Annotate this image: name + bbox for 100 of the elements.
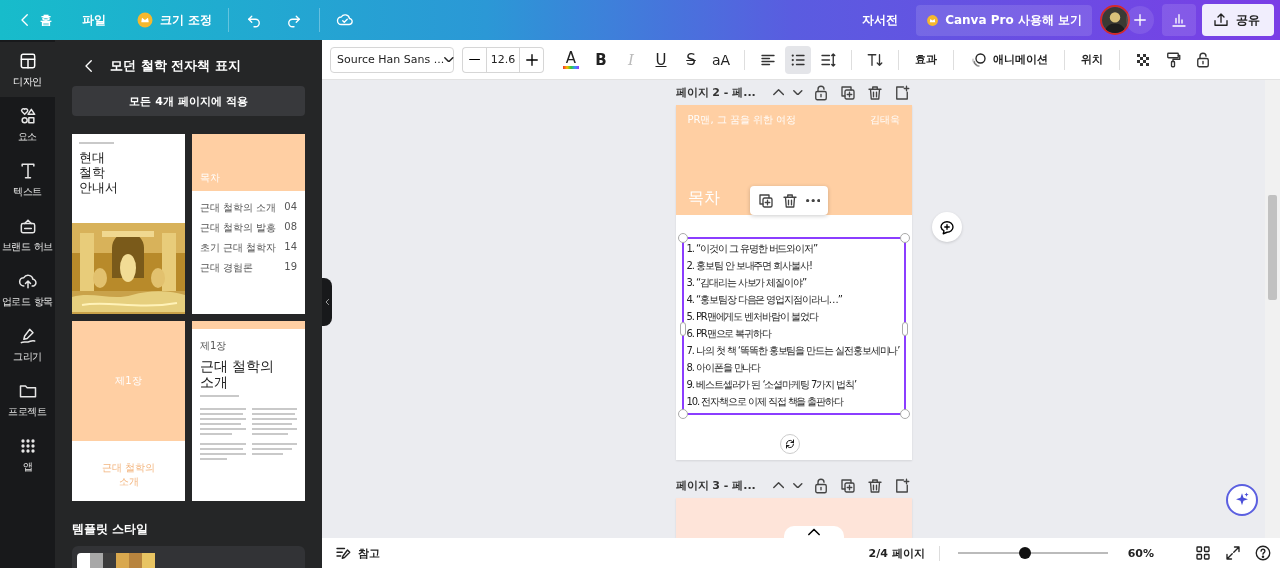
tab-label: 브랜드 허브	[1, 239, 54, 254]
lock-icon	[1194, 50, 1212, 69]
resize-handle[interactable]	[679, 322, 686, 336]
tab-label: 업로드 항목	[1, 294, 54, 309]
text-color-button[interactable]: A	[558, 45, 584, 74]
resize-handle[interactable]	[901, 322, 908, 336]
list-item: 2. 홍보팀 안 보내주면 회사불사!	[686, 259, 812, 273]
page-number: 04	[284, 201, 297, 214]
slider-thumb[interactable]	[1019, 547, 1032, 559]
more-button[interactable]	[805, 198, 821, 203]
move-down-button[interactable]	[792, 89, 803, 96]
font-dropdown[interactable]: Source Han Sans ...	[330, 46, 454, 73]
template-thumbnail[interactable]: 목차 근대 철학의 소개 04 근대 철학의 발흥 08 초기 근대 철학자 14 근대 경험론 19	[192, 134, 305, 314]
collapse-panel-button[interactable]	[322, 278, 332, 326]
minus-icon	[468, 58, 481, 61]
grid-icon	[1194, 544, 1212, 562]
delete-page-button[interactable]	[865, 83, 884, 102]
sidebar-tab[interactable]: 텍스트	[0, 152, 55, 207]
add-collaborator-button[interactable]	[1126, 6, 1154, 34]
position-button[interactable]: 위치	[1075, 48, 1109, 71]
help-button[interactable]	[1254, 544, 1272, 562]
font-size-field[interactable]: 12.6	[486, 46, 520, 73]
panel-title: 모던 철학 전자책 표지	[110, 57, 241, 75]
section-title: 템플릿 스타일	[72, 521, 150, 538]
zoom-percent[interactable]: 60%	[1127, 546, 1154, 560]
sidebar-tab[interactable]: 브랜드 허브	[0, 207, 55, 262]
list-item: 8. 아이폰을 만나다	[686, 361, 761, 375]
sidebar-tab[interactable]: 프로젝트	[0, 372, 55, 427]
show-pages-button[interactable]	[784, 526, 844, 538]
grid-view-button[interactable]	[1194, 544, 1212, 562]
trash-icon	[865, 83, 884, 102]
pro-trial-button[interactable]: Canva Pro 사용해 보기	[916, 4, 1092, 36]
resize-handle[interactable]	[899, 409, 910, 419]
chapter-title: 근대 철학의 소개	[200, 358, 276, 390]
design-title[interactable]: 자서전	[854, 5, 907, 35]
page-number: 08	[284, 221, 297, 234]
list-item: 7. 나의 첫 책 ‘똑똑한 홍보팀을 만드는 실전홍보세미나’	[686, 344, 900, 358]
sidebar-tab[interactable]: 디자인	[0, 42, 55, 97]
list-item: 5. PR맨에게도 벤처바람이 불었다	[686, 310, 818, 324]
toc-entry: 근대 철학의 발흥	[200, 221, 277, 235]
increase-button[interactable]	[520, 46, 544, 73]
share-button[interactable]: 공유	[1202, 4, 1274, 36]
page-count: 2/4 페이지	[868, 545, 940, 561]
assistant-button[interactable]	[1226, 484, 1258, 516]
tab-label: 앱	[22, 459, 33, 474]
insights-button[interactable]	[1162, 4, 1196, 36]
sidebar-tab[interactable]: 앱	[0, 427, 55, 482]
toc-entry: 근대 철학의 소개	[200, 201, 277, 215]
effects-button[interactable]: 효과	[909, 48, 943, 71]
letter-case-button[interactable]: aA	[708, 45, 734, 74]
animate-button[interactable]: 애니메이션	[964, 46, 1054, 73]
move-up-button[interactable]	[772, 89, 784, 96]
caret-icon	[444, 56, 454, 63]
toc-entry: 근대 경험론	[200, 261, 254, 275]
crown-icon	[926, 13, 940, 27]
notes-button[interactable]: 참고	[334, 544, 380, 562]
underline-button[interactable]: U	[648, 45, 674, 74]
cover-title: 현대 철학 안내서	[79, 150, 119, 195]
list-item: 6. PR맨으로 복귀하다	[686, 327, 772, 341]
bold-button[interactable]: B	[588, 45, 614, 74]
list-item: 9. 베스트셀러가 된 ‘소셜마케팅 7가지 법칙’	[686, 378, 857, 392]
apply-all-button[interactable]: 모든 4개 페이지에 적용	[72, 86, 305, 116]
tab-label: 텍스트	[12, 184, 43, 199]
delete-page-button[interactable]	[865, 476, 884, 495]
add-comment-button[interactable]	[931, 212, 962, 242]
page-title[interactable]: 페이지 3 - 페...	[675, 478, 756, 493]
fullscreen-button[interactable]	[1224, 544, 1242, 562]
paint-roller-icon	[1164, 50, 1182, 69]
text-lines-drawing	[200, 395, 239, 397]
chevron-down-icon	[792, 89, 803, 96]
template-thumbnail[interactable]: 제1장 근대 철학의 소개	[192, 321, 305, 501]
upload-icon	[1212, 11, 1230, 29]
template-thumbnail[interactable]: 현대 철학 안내서	[72, 134, 185, 314]
chapter-title: 근대 철학의 소개	[100, 461, 157, 489]
resize-handle[interactable]	[677, 409, 688, 419]
list-button[interactable]	[785, 45, 811, 74]
sidebar-tab[interactable]: 그리기	[0, 317, 55, 372]
resize-handle[interactable]	[899, 233, 910, 243]
trash-icon	[781, 191, 800, 210]
resize-handle[interactable]	[677, 233, 688, 243]
rotate-button[interactable]	[779, 434, 800, 454]
page-title[interactable]: 페이지 2 - 페...	[675, 85, 756, 100]
duplicate-button[interactable]	[756, 191, 775, 210]
strikethrough-button[interactable]: S	[678, 45, 704, 74]
zoom-slider[interactable]	[957, 546, 1108, 560]
sidebar-tab[interactable]: 요소	[0, 97, 55, 152]
move-up-button[interactable]	[772, 482, 784, 489]
list-item: 3. “김대리는 사보가 체질이야”	[686, 276, 807, 290]
list-item: 4. “홍보팀장 다음은 영업지점이라니…”	[686, 293, 842, 307]
page-number: 19	[284, 261, 297, 274]
delete-button[interactable]	[781, 191, 800, 210]
list-item: 10. 전자책으로 이제 직접 책을 출판하다	[686, 395, 843, 409]
duplicate-page-button[interactable]	[838, 476, 857, 495]
sidebar-tab[interactable]: 업로드 항목	[0, 262, 55, 317]
expand-icon	[1224, 544, 1242, 562]
move-down-button[interactable]	[792, 482, 803, 489]
avatar[interactable]	[1100, 5, 1130, 35]
duplicate-page-button[interactable]	[838, 83, 857, 102]
header-text: PR맨, 그 꿈을 위한 여정	[687, 113, 797, 127]
circles-icon	[970, 50, 988, 69]
